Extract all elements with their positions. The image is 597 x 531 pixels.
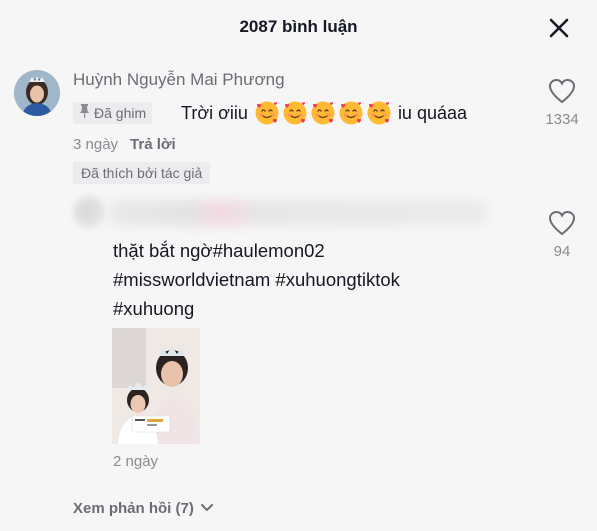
- comment-like[interactable]: 1334: [537, 78, 587, 128]
- heart-icon[interactable]: [537, 210, 587, 241]
- reply-like[interactable]: 94: [537, 210, 587, 260]
- comment-text: Trời ơiiu iu quáaa: [181, 100, 467, 126]
- pinned-badge: Đã ghim: [73, 102, 153, 124]
- comment-text-end: iu quáaa: [397, 102, 468, 123]
- comment-text-start: Trời ơiiu: [181, 102, 248, 123]
- reply-text: thặt bắt ngờ#haulemon02 #missworldvietna…: [113, 236, 543, 323]
- pin-icon: [79, 102, 90, 124]
- liked-by-author-badge: Đã thích bởi tác giả: [73, 162, 211, 184]
- reply-line: #missworldvietnam #xuhuongtiktok: [113, 269, 400, 290]
- reply-video-thumbnail[interactable]: [112, 328, 200, 444]
- comment-like-count: 1334: [545, 111, 579, 128]
- reply-time: 2 ngày: [113, 453, 159, 470]
- reply-avatar[interactable]: [73, 196, 105, 228]
- comment-meta: 3 ngày Trả lời: [73, 136, 176, 153]
- close-icon[interactable]: [546, 15, 572, 41]
- reply-line: #xuhuong: [113, 298, 195, 319]
- reply-line: thặt bắt ngờ#haulemon02: [113, 240, 325, 261]
- chevron-down-icon[interactable]: [200, 500, 214, 517]
- smiling-face-with-hearts-icon: [310, 100, 336, 126]
- comments-panel: 2087 bình luận Huỳnh Nguyễn Mai Phương Đ…: [0, 0, 597, 531]
- smiling-face-with-hearts-icon: [338, 100, 364, 126]
- emoji-row: [254, 100, 392, 126]
- smiling-face-with-hearts-icon: [254, 100, 280, 126]
- heart-icon[interactable]: [537, 78, 587, 109]
- avatar[interactable]: [14, 70, 60, 116]
- pinned-label: Đã ghim: [94, 105, 147, 121]
- smiling-face-with-hearts-icon: [366, 100, 392, 126]
- comment-time: 3 ngày: [73, 136, 119, 153]
- view-replies-label[interactable]: Xem phản hồi (7): [73, 500, 194, 517]
- comment-username[interactable]: Huỳnh Nguyễn Mai Phương: [73, 70, 285, 90]
- reply-username-blurred: [108, 200, 488, 226]
- reply-like-count: 94: [553, 243, 571, 260]
- view-replies-button[interactable]: Xem phản hồi (7): [73, 500, 214, 517]
- smiling-face-with-hearts-icon: [282, 100, 308, 126]
- comments-count-title: 2087 bình luận: [239, 17, 358, 36]
- reply-button[interactable]: Trả lời: [130, 136, 176, 153]
